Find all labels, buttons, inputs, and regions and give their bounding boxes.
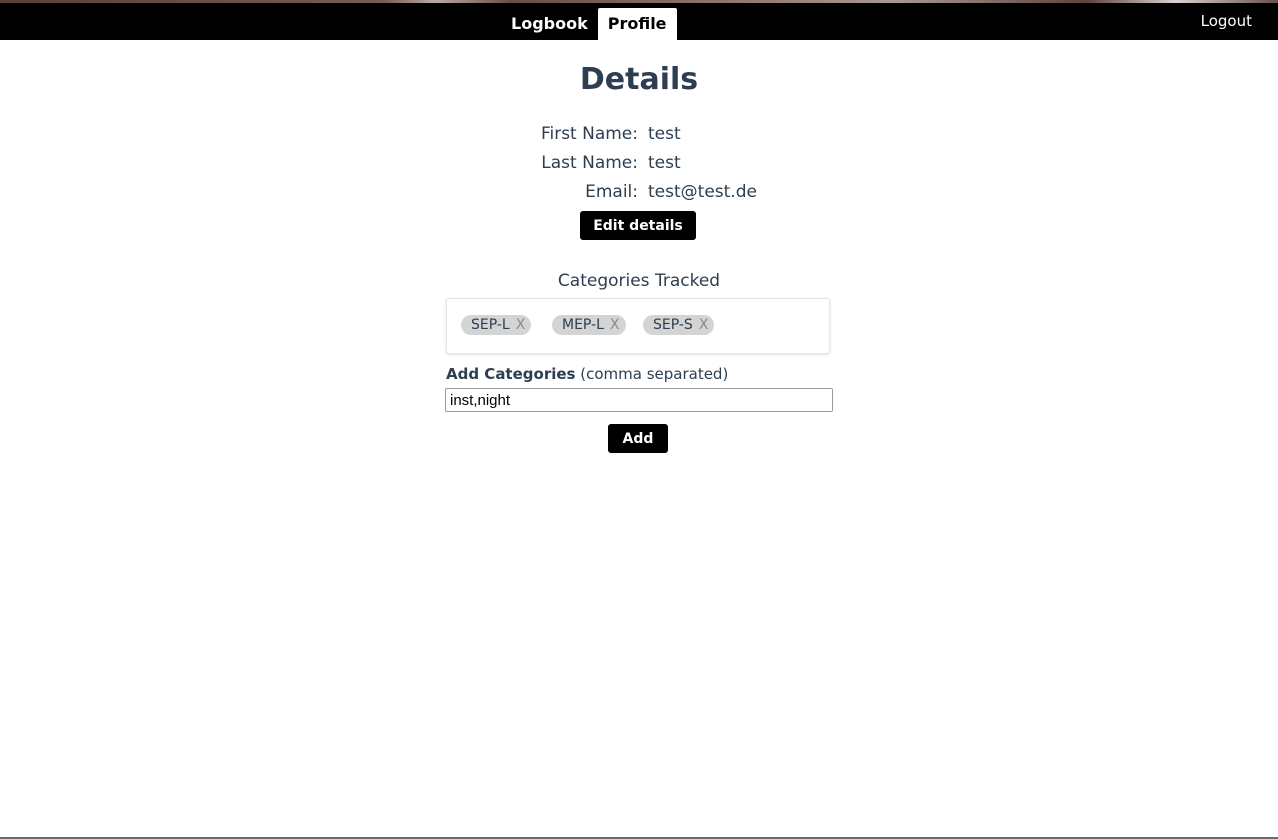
detail-row-first-name: First Name: test [0, 124, 1278, 148]
category-chip: SEP-S X [643, 315, 715, 335]
first-name-label: First Name: [540, 124, 638, 144]
first-name-value: test [648, 124, 681, 144]
page-title: Details [579, 62, 699, 97]
remove-chip-icon[interactable]: X [610, 317, 620, 333]
top-nav-bar: Logbook Profile Logout [0, 0, 1278, 40]
nav-tabs: Logbook Profile [501, 8, 677, 40]
logout-link[interactable]: Logout [1201, 12, 1252, 30]
detail-row-email: Email: test@test.de [0, 182, 1278, 206]
last-name-label: Last Name: [541, 153, 638, 173]
add-categories-label-text: Add Categories [446, 365, 576, 383]
categories-chip-list: SEP-L X MEP-L X SEP-S X [446, 298, 830, 354]
email-value: test@test.de [648, 182, 757, 202]
email-label: Email: [585, 182, 638, 202]
last-name-value: test [648, 153, 681, 173]
categories-heading: Categories Tracked [557, 271, 721, 291]
category-chip: SEP-L X [461, 315, 532, 335]
add-categories-label: Add Categories (comma separated) [446, 365, 728, 383]
remove-chip-icon[interactable]: X [699, 317, 709, 333]
category-chip: MEP-L X [552, 315, 626, 335]
tab-profile[interactable]: Profile [597, 8, 677, 40]
category-chip-label: SEP-L [471, 317, 510, 333]
tab-logbook[interactable]: Logbook [501, 8, 598, 40]
add-categories-input[interactable] [445, 388, 833, 412]
category-chip-label: SEP-S [653, 317, 693, 333]
category-chip-label: MEP-L [562, 317, 604, 333]
edit-details-button[interactable]: Edit details [580, 211, 696, 240]
detail-row-last-name: Last Name: test [0, 153, 1278, 177]
header-image-strip [0, 0, 1278, 3]
add-categories-button[interactable]: Add [608, 424, 668, 453]
remove-chip-icon[interactable]: X [516, 317, 526, 333]
add-categories-hint: (comma separated) [580, 365, 729, 383]
